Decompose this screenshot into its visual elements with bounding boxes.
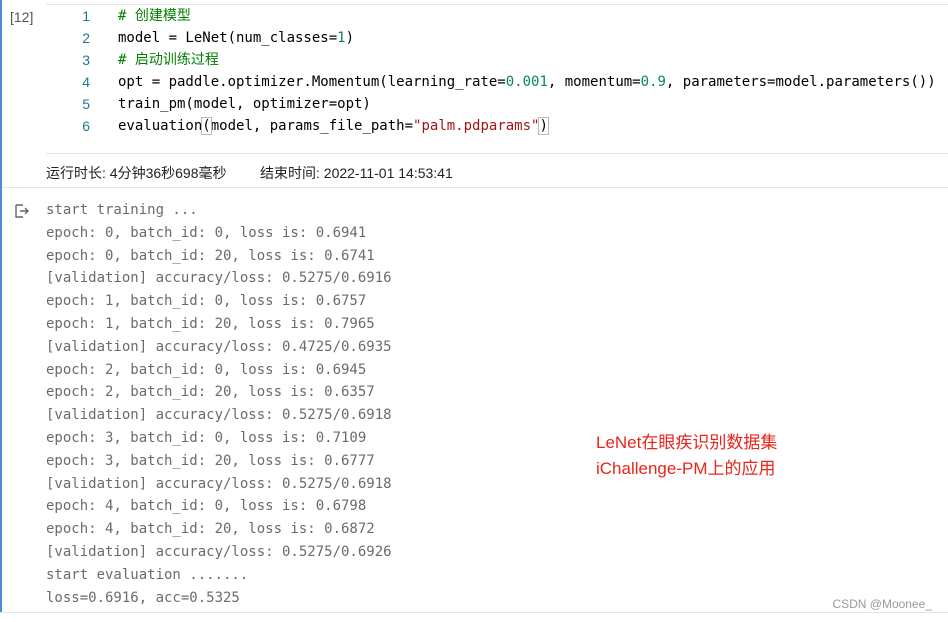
output-line: epoch: 2, batch_id: 20, loss is: 0.6357: [46, 384, 375, 401]
line-number: 2: [82, 30, 90, 46]
code-token: train_pm(model, optimizer=opt): [118, 96, 371, 112]
code-token: ): [538, 117, 549, 135]
output-line: epoch: 3, batch_id: 20, loss is: 0.6777: [46, 452, 375, 469]
output-line: [validation] accuracy/loss: 0.4725/0.693…: [46, 338, 392, 355]
output-line: epoch: 3, batch_id: 0, loss is: 0.7109: [46, 429, 367, 446]
code-token: # 启动训练过程: [118, 52, 219, 68]
code-token: evaluation: [118, 118, 203, 134]
runtime-label: 运行时长: 4分钟36秒698毫秒: [46, 165, 227, 181]
code-token: model = LeNet(num_classes=: [118, 30, 338, 46]
output-line: epoch: 2, batch_id: 0, loss is: 0.6945: [46, 361, 367, 378]
code-text[interactable]: # 启动训练过程: [118, 49, 219, 71]
watermark: CSDN @Moonee_: [832, 597, 932, 611]
output-line: [validation] accuracy/loss: 0.5275/0.691…: [46, 475, 392, 492]
line-number: 1: [82, 8, 90, 24]
code-token: , parameters=model.parameters()): [665, 74, 936, 90]
code-token: 0.9: [640, 74, 666, 90]
code-text[interactable]: train_pm(model, optimizer=opt): [118, 93, 371, 115]
output-line: [validation] accuracy/loss: 0.5275/0.691…: [46, 407, 392, 424]
code-token: model, params_file_path=: [210, 118, 414, 134]
output-line: epoch: 0, batch_id: 20, loss is: 0.6741: [46, 247, 375, 264]
code-token: , momentum=: [547, 74, 641, 90]
line-number: 5: [82, 96, 90, 112]
code-text[interactable]: evaluation(model, params_file_path="palm…: [118, 115, 549, 137]
line-number: 6: [82, 118, 90, 134]
execution-count: [12]: [10, 9, 34, 25]
output-line: [validation] accuracy/loss: 0.5275/0.691…: [46, 270, 392, 287]
output-line: epoch: 1, batch_id: 20, loss is: 0.7965: [46, 315, 375, 332]
code-text[interactable]: # 创建模型: [118, 5, 191, 27]
cell-output: start training ... epoch: 0, batch_id: 0,…: [46, 199, 392, 609]
line-number: 4: [82, 74, 90, 90]
output-line: start evaluation .......: [46, 566, 249, 583]
end-time-label: 结束时间: 2022-11-01 14:53:41: [260, 165, 453, 181]
cell-bottom-divider: [0, 612, 948, 613]
output-line: epoch: 1, batch_id: 0, loss is: 0.6757: [46, 293, 367, 310]
red-annotation: LeNet在眼疾识别数据集 iChallenge-PM上的应用: [596, 430, 777, 482]
notebook-cell[interactable]: [12] 1 # 创建模型 2 model = LeNet(num_classes=1…: [0, 0, 948, 612]
code-text[interactable]: model = LeNet(num_classes=1): [118, 27, 354, 49]
output-line: epoch: 0, batch_id: 0, loss is: 0.6941: [46, 224, 367, 241]
output-line: loss=0.6916, acc=0.5325: [46, 589, 240, 606]
code-token: opt = paddle.optimizer.Momentum(learning…: [118, 74, 506, 90]
code-token: 1: [337, 30, 346, 46]
annotation-line-1: LeNet在眼疾识别数据集: [596, 433, 778, 452]
code-token: 0.001: [505, 74, 548, 90]
code-text[interactable]: opt = paddle.optimizer.Momentum(learning…: [118, 71, 936, 93]
execution-meta: 运行时长: 4分钟36秒698毫秒 结束时间: 2022-11-01 14:53…: [2, 153, 948, 188]
code-editor[interactable]: 1 # 创建模型 2 model = LeNet(num_classes=1) 3 # 启…: [46, 4, 948, 154]
output-arrow-icon[interactable]: [14, 203, 30, 219]
output-line: epoch: 4, batch_id: 0, loss is: 0.6798: [46, 498, 367, 515]
line-number: 3: [82, 52, 90, 68]
code-token: (: [201, 117, 212, 135]
annotation-line-2: iChallenge-PM上的应用: [596, 459, 776, 478]
code-token: "palm.pdparams": [413, 118, 540, 134]
code-token: ): [345, 30, 355, 46]
code-token: # 创建模型: [118, 8, 191, 24]
output-line: epoch: 4, batch_id: 20, loss is: 0.6872: [46, 521, 375, 538]
output-line: start training ...: [46, 202, 198, 218]
output-line: [validation] accuracy/loss: 0.5275/0.692…: [46, 543, 392, 560]
